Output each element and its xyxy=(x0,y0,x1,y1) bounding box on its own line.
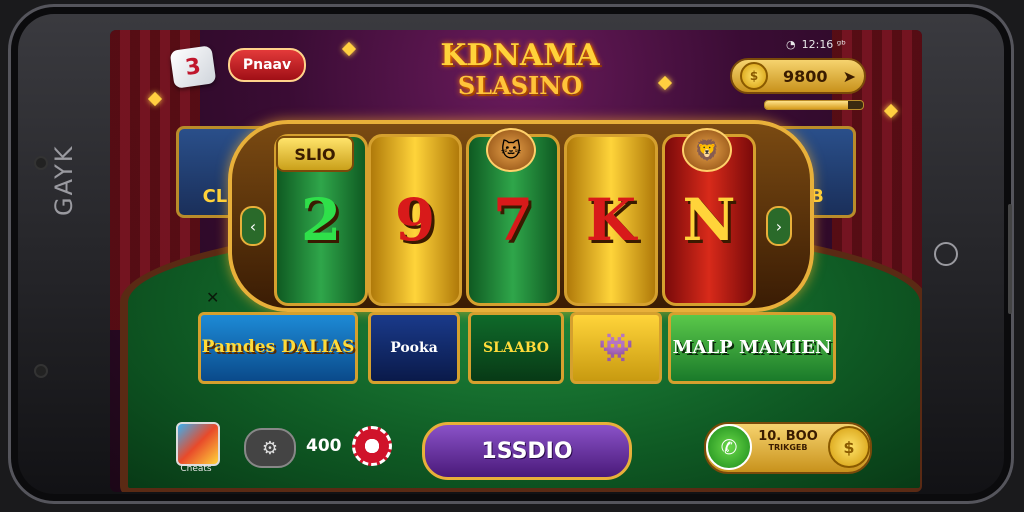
status-text: 12:16 ᵍᵇ xyxy=(801,38,846,51)
phone-icon[interactable]: ✆ xyxy=(706,424,752,470)
buy-arrow-icon[interactable]: ➤ xyxy=(843,67,856,86)
reel-2: 9 xyxy=(368,134,462,306)
level-progress-fill xyxy=(765,101,849,109)
game-title: KDNAMA SLASINO xyxy=(410,38,630,100)
coin-balance[interactable]: $ 9800 ➤ xyxy=(730,58,866,94)
bonus-line-1: 10. BOO xyxy=(758,429,818,444)
side-brand-text: GAYK xyxy=(50,144,78,216)
power-button[interactable] xyxy=(1008,204,1012,314)
gamepad-icon: ⚙ xyxy=(261,437,279,459)
game-tile[interactable]: MALP MAMIEN xyxy=(668,312,836,384)
camera-icon xyxy=(34,156,48,170)
gamepad-button[interactable]: ⚙ xyxy=(244,428,296,468)
coin-balance-value: 9800 xyxy=(783,66,828,86)
credits-value: 400 xyxy=(306,436,342,456)
sensor-icon xyxy=(34,364,48,378)
blue-monster-icon: 👾 xyxy=(598,331,634,365)
reel-symbol: 2 xyxy=(300,186,342,254)
bonus-coin-icon[interactable]: $ xyxy=(828,426,870,468)
sparkle-icon xyxy=(341,41,357,57)
game-tile[interactable]: Pooka xyxy=(368,312,460,384)
promo-button[interactable]: Pnaav xyxy=(228,48,306,82)
lion-face-icon: 🦁 xyxy=(682,128,732,172)
reel-next-button[interactable]: › xyxy=(766,206,792,246)
reel-symbol: 9 xyxy=(394,186,436,254)
spin-button[interactable]: 1SSDIO xyxy=(422,422,632,480)
coin-icon: $ xyxy=(740,62,768,90)
game-tile[interactable]: SLAABO xyxy=(468,312,564,384)
reel-symbol: K xyxy=(585,186,637,254)
home-button[interactable] xyxy=(934,242,958,266)
title-line-2: SLASINO xyxy=(457,71,583,100)
reel-label: SLIO xyxy=(276,136,354,172)
sparkle-icon xyxy=(657,75,673,91)
title-line-1: KDNAMA xyxy=(440,38,600,73)
bonus-text: 10. BOO TRIKGEB xyxy=(756,429,820,453)
game-tile[interactable]: Pamdes DALIAS xyxy=(198,312,358,384)
reel-symbol: 7 xyxy=(492,186,534,254)
reel-4: K xyxy=(564,134,658,306)
reel-symbol: N xyxy=(682,186,736,254)
store-icon[interactable] xyxy=(176,422,220,466)
store-label: Cheats xyxy=(180,464,212,474)
game-tile[interactable]: 👾 xyxy=(570,312,662,384)
bonus-line-2: TRIKGEB xyxy=(768,443,808,453)
status-bar: ◔ 12:16 ᵍᵇ xyxy=(786,38,846,51)
phone-frame: GAYK 3 Pnaav KDNAMA SLASINO ◔ 12:16 ᵍᵇ $… xyxy=(8,4,1014,504)
level-progress-bar xyxy=(764,100,864,110)
poker-chip-icon[interactable] xyxy=(352,426,392,466)
alarm-icon: ◔ xyxy=(786,38,796,51)
reel-prev-button[interactable]: ‹ xyxy=(240,206,266,246)
app-logo[interactable]: 3 xyxy=(169,45,217,89)
close-icon[interactable]: ✕ xyxy=(206,288,219,307)
cat-face-icon: 🐱 xyxy=(486,128,536,172)
game-screen: 3 Pnaav KDNAMA SLASINO ◔ 12:16 ᵍᵇ $ 9800… xyxy=(110,30,922,492)
